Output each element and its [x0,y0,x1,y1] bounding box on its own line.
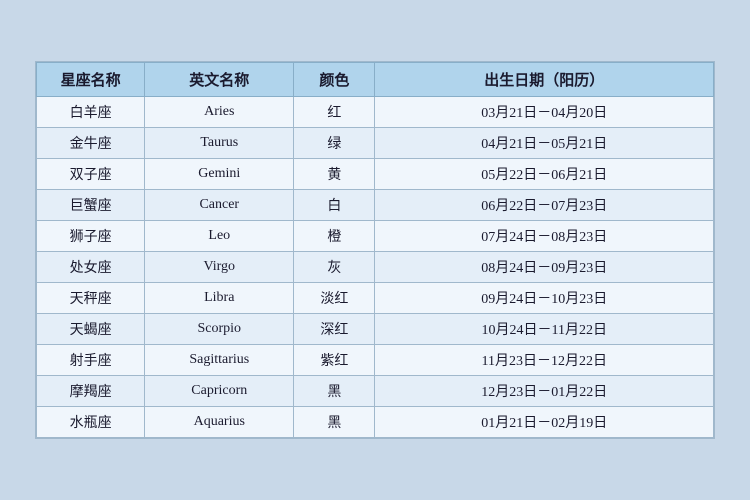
cell-en: Aries [145,97,294,128]
table-row: 白羊座Aries红03月21日－04月20日 [37,97,714,128]
table-body: 白羊座Aries红03月21日－04月20日金牛座Taurus绿04月21日－0… [37,97,714,438]
cell-date: 10月24日－11月22日 [375,314,714,345]
cell-zh: 天蝎座 [37,314,145,345]
cell-date: 03月21日－04月20日 [375,97,714,128]
cell-zh: 射手座 [37,345,145,376]
cell-date: 09月24日－10月23日 [375,283,714,314]
header-en: 英文名称 [145,63,294,97]
cell-date: 01月21日－02月19日 [375,407,714,438]
cell-zh: 巨蟹座 [37,190,145,221]
table-row: 金牛座Taurus绿04月21日－05月21日 [37,128,714,159]
cell-en: Cancer [145,190,294,221]
cell-date: 08月24日－09月23日 [375,252,714,283]
cell-color: 紫红 [294,345,375,376]
cell-en: Gemini [145,159,294,190]
cell-color: 黑 [294,407,375,438]
table-row: 天蝎座Scorpio深红10月24日－11月22日 [37,314,714,345]
cell-color: 橙 [294,221,375,252]
cell-color: 淡红 [294,283,375,314]
table-row: 处女座Virgo灰08月24日－09月23日 [37,252,714,283]
table-row: 双子座Gemini黄05月22日－06月21日 [37,159,714,190]
cell-color: 白 [294,190,375,221]
cell-date: 07月24日－08月23日 [375,221,714,252]
cell-en: Libra [145,283,294,314]
cell-date: 11月23日－12月22日 [375,345,714,376]
cell-zh: 天秤座 [37,283,145,314]
cell-zh: 金牛座 [37,128,145,159]
cell-date: 06月22日－07月23日 [375,190,714,221]
cell-zh: 狮子座 [37,221,145,252]
cell-en: Sagittarius [145,345,294,376]
cell-color: 黄 [294,159,375,190]
table-row: 狮子座Leo橙07月24日－08月23日 [37,221,714,252]
cell-color: 绿 [294,128,375,159]
table-row: 巨蟹座Cancer白06月22日－07月23日 [37,190,714,221]
cell-color: 红 [294,97,375,128]
cell-zh: 水瓶座 [37,407,145,438]
cell-date: 04月21日－05月21日 [375,128,714,159]
table-row: 摩羯座Capricorn黑12月23日－01月22日 [37,376,714,407]
cell-zh: 处女座 [37,252,145,283]
cell-en: Leo [145,221,294,252]
cell-en: Capricorn [145,376,294,407]
zodiac-table: 星座名称 英文名称 颜色 出生日期（阳历） 白羊座Aries红03月21日－04… [36,62,714,438]
cell-zh: 摩羯座 [37,376,145,407]
header-date: 出生日期（阳历） [375,63,714,97]
header-color: 颜色 [294,63,375,97]
table-row: 水瓶座Aquarius黑01月21日－02月19日 [37,407,714,438]
cell-color: 黑 [294,376,375,407]
cell-en: Taurus [145,128,294,159]
table-row: 天秤座Libra淡红09月24日－10月23日 [37,283,714,314]
cell-color: 深红 [294,314,375,345]
cell-en: Virgo [145,252,294,283]
table-header-row: 星座名称 英文名称 颜色 出生日期（阳历） [37,63,714,97]
zodiac-table-container: 星座名称 英文名称 颜色 出生日期（阳历） 白羊座Aries红03月21日－04… [35,61,715,439]
table-row: 射手座Sagittarius紫红11月23日－12月22日 [37,345,714,376]
cell-date: 12月23日－01月22日 [375,376,714,407]
cell-color: 灰 [294,252,375,283]
cell-zh: 白羊座 [37,97,145,128]
cell-date: 05月22日－06月21日 [375,159,714,190]
header-zh: 星座名称 [37,63,145,97]
cell-zh: 双子座 [37,159,145,190]
cell-en: Scorpio [145,314,294,345]
cell-en: Aquarius [145,407,294,438]
